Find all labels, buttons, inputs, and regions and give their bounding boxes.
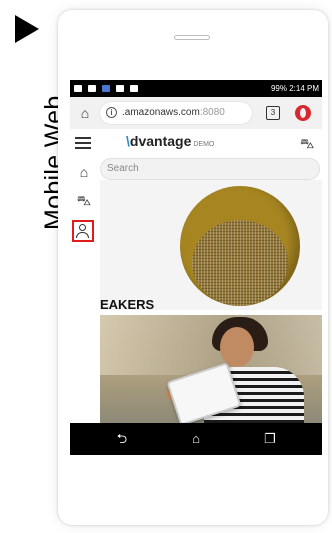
menu-icon[interactable]	[75, 137, 91, 149]
app-logo[interactable]: \dvantage DEMO	[126, 133, 214, 149]
status-clock: 99% 2:14 PM	[270, 84, 319, 93]
url-text[interactable]: .amazonaws.com:8080	[122, 102, 225, 124]
recent-apps-icon[interactable]: ❐	[250, 423, 290, 455]
opera-menu-icon[interactable]	[295, 105, 311, 121]
search-placeholder: Search	[107, 163, 139, 174]
notification-icon	[130, 85, 138, 92]
tablets-category-image[interactable]	[100, 315, 322, 423]
home-nav-icon[interactable]: ⌂	[176, 423, 216, 455]
hero-banner[interactable]	[100, 180, 322, 310]
status-icons-left	[74, 80, 138, 92]
user-icon[interactable]	[72, 220, 94, 242]
notification-icon	[116, 85, 124, 92]
cart-icon[interactable]: ⛍	[75, 191, 93, 209]
home-icon[interactable]: ⌂	[75, 163, 93, 181]
notification-icon	[102, 85, 110, 92]
info-icon[interactable]: i	[106, 107, 117, 118]
play-arrow-icon	[15, 15, 39, 43]
search-input[interactable]: Search	[100, 158, 320, 180]
tabs-count-button[interactable]: 3	[266, 106, 280, 120]
back-icon[interactable]: ⮌	[102, 423, 142, 455]
url-field[interactable]: i .amazonaws.com:8080	[100, 102, 252, 124]
side-nav: ⌂ ⛍	[70, 157, 100, 457]
status-bar: 99% 2:14 PM	[70, 80, 322, 97]
phone-screen: 99% 2:14 PM ⌂ i .amazonaws.com:8080 3 \d…	[70, 80, 322, 475]
side-label: Mobile Web	[0, 0, 68, 533]
notification-icon	[88, 85, 96, 92]
android-nav-bar: ⮌ ⌂ ❐	[70, 423, 322, 455]
category-label[interactable]: EAKERS	[100, 297, 154, 312]
app-header: \dvantage DEMO ⛍	[70, 129, 322, 157]
browser-url-bar: ⌂ i .amazonaws.com:8080 3	[70, 97, 322, 130]
browser-home-icon[interactable]: ⌂	[76, 104, 94, 122]
phone-speaker	[174, 35, 210, 40]
phone-frame: 99% 2:14 PM ⌂ i .amazonaws.com:8080 3 \d…	[58, 10, 328, 525]
cart-icon[interactable]: ⛍	[300, 135, 314, 154]
notification-icon	[74, 85, 82, 92]
